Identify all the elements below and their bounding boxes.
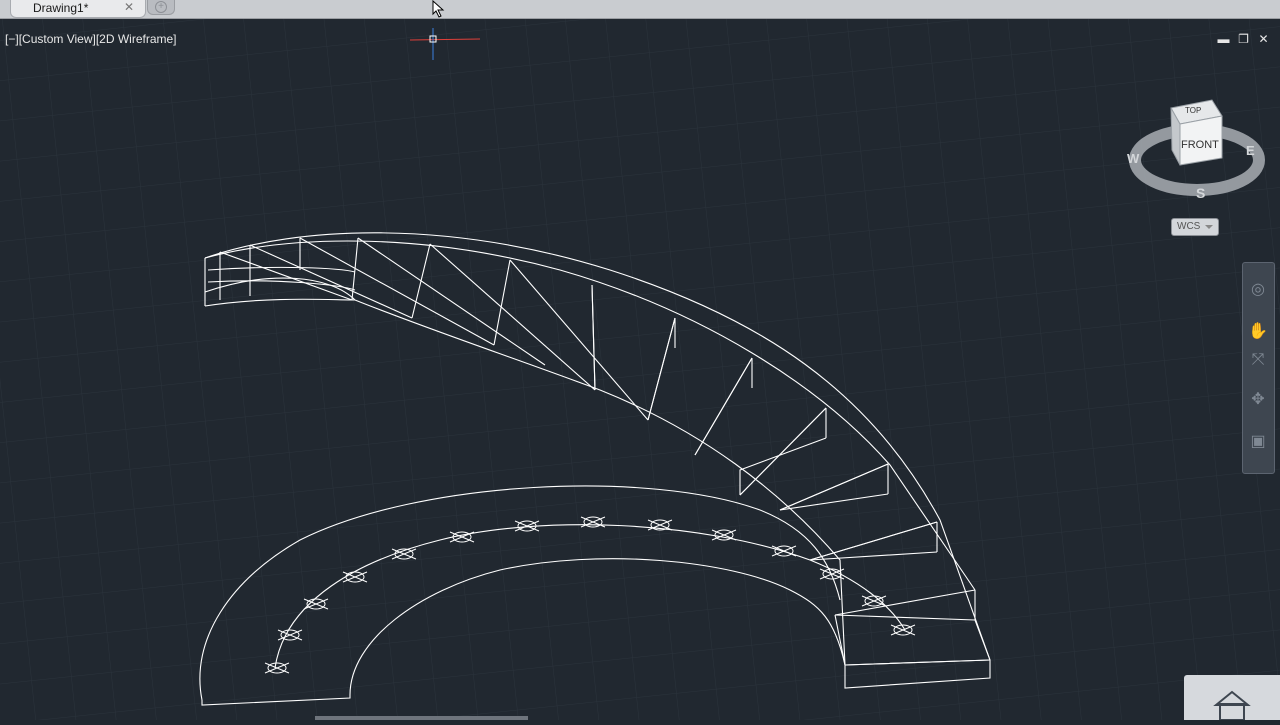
ucs-menu[interactable]: WCS: [1171, 218, 1219, 236]
close-icon[interactable]: ✕: [1257, 33, 1270, 46]
mouse-pointer-icon: [432, 0, 445, 18]
minimize-icon[interactable]: ▬: [1217, 33, 1230, 46]
viewport-window-controls: ▬ ❐ ✕: [1217, 33, 1270, 46]
compass-west: W: [1127, 151, 1140, 166]
viewcube-top-label: TOP: [1185, 106, 1201, 115]
pan-icon[interactable]: ✋: [1247, 321, 1269, 343]
showmotion-icon[interactable]: ▣: [1247, 431, 1269, 453]
viewcube-front-label: FRONT: [1181, 139, 1219, 151]
visual-style-menu[interactable]: [2D Wireframe]: [96, 32, 177, 46]
drawing-canvas[interactable]: TOP FRONT W E S: [0, 0, 1280, 720]
compass-south: S: [1196, 185, 1205, 201]
orbit-icon[interactable]: ✥: [1247, 389, 1269, 411]
horizontal-scrollbar[interactable]: [315, 716, 528, 720]
compass-east: E: [1246, 143, 1255, 158]
navigation-bar: ◎ ✋ ⤧ ✥ ▣: [1242, 262, 1275, 474]
restore-icon[interactable]: ❐: [1237, 33, 1250, 46]
view-menu[interactable]: [Custom View]: [19, 32, 96, 46]
home-button[interactable]: [1184, 675, 1280, 721]
steering-wheel-icon[interactable]: ◎: [1247, 279, 1269, 301]
grid: [0, 19, 1280, 720]
viewport-menu[interactable]: [−]: [5, 32, 19, 46]
viewport-controls: [−][Custom View][2D Wireframe]: [5, 32, 177, 46]
zoom-icon[interactable]: ⤧: [1247, 349, 1269, 371]
home-icon: [1213, 690, 1251, 721]
